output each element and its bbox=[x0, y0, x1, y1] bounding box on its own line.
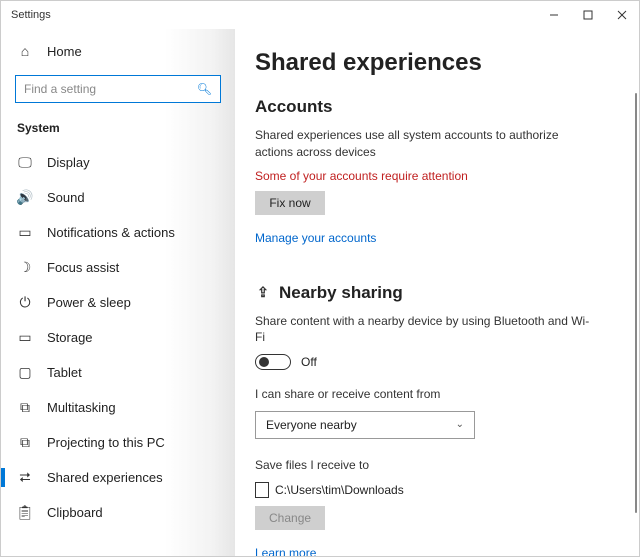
sound-icon: 🔊 bbox=[17, 189, 33, 206]
search-wrap: 🔍︎ bbox=[1, 67, 235, 113]
sidebar-item-sound[interactable]: 🔊 Sound bbox=[1, 180, 235, 215]
display-icon: 🖵 bbox=[17, 154, 33, 171]
maximize-button[interactable] bbox=[571, 1, 605, 29]
main-panel: Shared experiences Accounts Shared exper… bbox=[235, 29, 639, 556]
notifications-icon: ▭ bbox=[17, 224, 33, 241]
save-path: C:\Users\tim\Downloads bbox=[275, 483, 404, 497]
sidebar-item-notifications[interactable]: ▭ Notifications & actions bbox=[1, 215, 235, 250]
page-title: Shared experiences bbox=[255, 49, 631, 77]
save-to-label: Save files I receive to bbox=[255, 457, 595, 474]
projecting-icon: ⧉ bbox=[17, 434, 33, 451]
sidebar-item-multitasking[interactable]: ⧉ Multitasking bbox=[1, 390, 235, 425]
nearby-heading: Nearby sharing bbox=[279, 283, 403, 303]
accounts-desc: Shared experiences use all system accoun… bbox=[255, 127, 595, 161]
nearby-heading-row: ⇪ Nearby sharing bbox=[255, 283, 631, 303]
sidebar-item-storage[interactable]: ▭ Storage bbox=[1, 320, 235, 355]
search-box[interactable]: 🔍︎ bbox=[15, 75, 221, 103]
sidebar-item-label: Sound bbox=[47, 190, 85, 205]
content: ⌂ Home 🔍︎ System 🖵 Display 🔊 Sound ▭ Not… bbox=[1, 29, 639, 556]
search-icon: 🔍︎ bbox=[197, 82, 212, 96]
sidebar-item-label: Display bbox=[47, 155, 90, 170]
scrollbar[interactable] bbox=[635, 93, 637, 513]
sidebar-item-label: Notifications & actions bbox=[47, 225, 175, 240]
close-button[interactable] bbox=[605, 1, 639, 29]
folder-icon bbox=[255, 482, 269, 498]
sidebar-category: System bbox=[1, 113, 235, 145]
manage-accounts-link[interactable]: Manage your accounts bbox=[255, 231, 376, 245]
share-from-select[interactable]: Everyone nearby ⌄ bbox=[255, 411, 475, 439]
multitasking-icon: ⧉ bbox=[17, 399, 33, 416]
shared-experiences-icon: ⮂ bbox=[17, 469, 33, 486]
nearby-toggle-label: Off bbox=[301, 355, 317, 369]
save-path-row: C:\Users\tim\Downloads bbox=[255, 482, 631, 498]
share-from-value: Everyone nearby bbox=[266, 418, 357, 432]
sidebar-item-shared-experiences[interactable]: ⮂ Shared experiences bbox=[1, 460, 235, 495]
sidebar-item-clipboard[interactable]: 📋︎ Clipboard bbox=[1, 495, 235, 530]
power-icon: ⏻ bbox=[17, 294, 33, 311]
sidebar-home[interactable]: ⌂ Home bbox=[1, 35, 235, 67]
clipboard-icon: 📋︎ bbox=[17, 504, 33, 521]
fix-now-button[interactable]: Fix now bbox=[255, 191, 325, 215]
minimize-button[interactable] bbox=[537, 1, 571, 29]
storage-icon: ▭ bbox=[17, 329, 33, 346]
tablet-icon: ▢ bbox=[17, 364, 33, 381]
accounts-heading: Accounts bbox=[255, 97, 631, 117]
home-icon: ⌂ bbox=[17, 43, 33, 59]
chevron-down-icon: ⌄ bbox=[456, 419, 464, 430]
nearby-toggle[interactable] bbox=[255, 354, 291, 370]
nearby-desc: Share content with a nearby device by us… bbox=[255, 313, 595, 347]
sidebar-item-label: Shared experiences bbox=[47, 470, 163, 485]
sidebar-item-label: Power & sleep bbox=[47, 295, 131, 310]
sidebar-item-label: Tablet bbox=[47, 365, 82, 380]
search-input[interactable] bbox=[24, 82, 197, 96]
sidebar-item-label: Storage bbox=[47, 330, 93, 345]
sidebar-item-display[interactable]: 🖵 Display bbox=[1, 145, 235, 180]
nearby-toggle-row: Off bbox=[255, 354, 631, 370]
home-label: Home bbox=[47, 44, 82, 59]
window-title: Settings bbox=[11, 9, 51, 21]
sidebar: ⌂ Home 🔍︎ System 🖵 Display 🔊 Sound ▭ Not… bbox=[1, 29, 235, 556]
accounts-warning: Some of your accounts require attention bbox=[255, 169, 631, 183]
share-from-label: I can share or receive content from bbox=[255, 386, 595, 403]
sidebar-item-label: Multitasking bbox=[47, 400, 116, 415]
sidebar-item-tablet[interactable]: ▢ Tablet bbox=[1, 355, 235, 390]
window-controls bbox=[537, 1, 639, 29]
sidebar-item-focus-assist[interactable]: ☽ Focus assist bbox=[1, 250, 235, 285]
learn-more-link[interactable]: Learn more bbox=[255, 546, 316, 556]
sidebar-item-label: Focus assist bbox=[47, 260, 119, 275]
nearby-sharing-icon: ⇪ bbox=[255, 284, 271, 301]
change-button[interactable]: Change bbox=[255, 506, 325, 530]
sidebar-item-power-sleep[interactable]: ⏻ Power & sleep bbox=[1, 285, 235, 320]
sidebar-item-label: Clipboard bbox=[47, 505, 103, 520]
sidebar-item-projecting[interactable]: ⧉ Projecting to this PC bbox=[1, 425, 235, 460]
titlebar: Settings bbox=[1, 1, 639, 29]
focus-assist-icon: ☽ bbox=[17, 259, 33, 276]
sidebar-item-label: Projecting to this PC bbox=[47, 435, 165, 450]
